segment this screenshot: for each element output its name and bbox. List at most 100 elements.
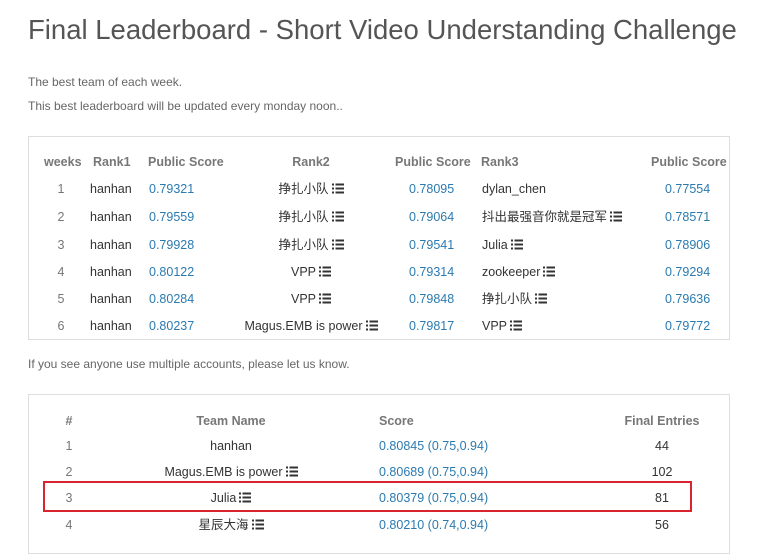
rank1-score[interactable]: 0.79928 — [149, 237, 194, 253]
rank2-team[interactable]: VPP — [241, 291, 381, 307]
rank2-team-text[interactable]: Magus.EMB is power — [244, 319, 362, 333]
rank2-score[interactable]: 0.79314 — [409, 264, 454, 280]
rank3-score[interactable]: 0.77554 — [665, 181, 710, 197]
rank3-team[interactable]: 挣扎小队 — [482, 291, 548, 307]
rank3-team[interactable]: VPP — [482, 318, 523, 334]
list-icon[interactable] — [319, 266, 331, 277]
col-header-weeks: weeks — [44, 155, 82, 169]
final-rank-text: 2 — [65, 465, 73, 479]
rank1-score-text[interactable]: 0.80284 — [149, 292, 194, 306]
rank3-team[interactable]: 抖出最强音你就是冠军 — [482, 209, 623, 225]
col-header-score: Score — [379, 414, 414, 428]
rank1-team-text: hanhan — [90, 238, 132, 252]
list-icon[interactable] — [365, 320, 378, 331]
rank1-score-text[interactable]: 0.80122 — [149, 265, 194, 279]
rank3-team[interactable]: zookeeper — [482, 264, 556, 280]
rank1-score[interactable]: 0.79321 — [149, 181, 194, 197]
rank3-team-text[interactable]: 挣扎小队 — [482, 292, 532, 306]
list-icon[interactable] — [331, 183, 344, 194]
rank2-team[interactable]: 挣扎小队 — [241, 181, 381, 197]
final-team-name[interactable]: hanhan — [121, 438, 341, 454]
rank2-team[interactable]: VPP — [241, 264, 381, 280]
rank2-score[interactable]: 0.79848 — [409, 291, 454, 307]
list-icon[interactable] — [285, 466, 298, 477]
rank3-score[interactable]: 0.79294 — [665, 264, 710, 280]
rank3-score[interactable]: 0.79636 — [665, 291, 710, 307]
col-header-final-entries: Final Entries — [624, 414, 700, 428]
list-icon[interactable] — [543, 266, 556, 277]
final-score-text[interactable]: 0.80210 (0.74,0.94) — [379, 518, 488, 532]
rank2-team-text[interactable]: 挣扎小队 — [278, 210, 328, 224]
rank2-score-text[interactable]: 0.79817 — [409, 319, 454, 333]
rank3-score-text[interactable]: 0.78571 — [665, 210, 710, 224]
rank3-team-text[interactable]: zookeeper — [482, 265, 540, 279]
rank1-team-text: hanhan — [90, 210, 132, 224]
rank3-score[interactable]: 0.78571 — [665, 209, 710, 225]
rank2-score[interactable]: 0.79064 — [409, 209, 454, 225]
rank3-team-text[interactable]: VPP — [482, 319, 507, 333]
final-rank: 4 — [49, 517, 89, 533]
list-icon[interactable] — [510, 320, 523, 331]
rank2-score-text[interactable]: 0.78095 — [409, 182, 454, 196]
final-team-name[interactable]: Magus.EMB is power — [121, 464, 341, 480]
rank2-team-text[interactable]: VPP — [291, 292, 316, 306]
rank1-score-text[interactable]: 0.79559 — [149, 210, 194, 224]
rank1-score[interactable]: 0.80284 — [149, 291, 194, 307]
list-icon[interactable] — [510, 239, 523, 250]
rank3-score-text[interactable]: 0.77554 — [665, 182, 710, 196]
highlight-box — [43, 481, 692, 512]
list-icon[interactable] — [331, 239, 344, 250]
list-icon[interactable] — [319, 293, 331, 304]
final-score-text[interactable]: 0.80689 (0.75,0.94) — [379, 465, 488, 479]
rank3-score-text[interactable]: 0.79772 — [665, 319, 710, 333]
rank3-score[interactable]: 0.78906 — [665, 237, 710, 253]
rank2-score-text[interactable]: 0.79541 — [409, 238, 454, 252]
rank1-score[interactable]: 0.80122 — [149, 264, 194, 280]
rank3-team[interactable]: dylan_chen — [482, 181, 546, 197]
rank2-score[interactable]: 0.79817 — [409, 318, 454, 334]
rank1-team-text: hanhan — [90, 292, 132, 306]
list-icon[interactable] — [610, 211, 623, 222]
list-icon[interactable] — [535, 293, 548, 304]
rank2-score[interactable]: 0.79541 — [409, 237, 454, 253]
rank2-team-text[interactable]: 挣扎小队 — [278, 182, 328, 196]
week-number: 4 — [44, 264, 78, 280]
final-score-text[interactable]: 0.80845 (0.75,0.94) — [379, 439, 488, 453]
rank1-score-text[interactable]: 0.79321 — [149, 182, 194, 196]
rank3-score-text[interactable]: 0.79294 — [665, 265, 710, 279]
rank2-team-text[interactable]: 挣扎小队 — [278, 238, 328, 252]
rank2-score-text[interactable]: 0.79064 — [409, 210, 454, 224]
rank3-score-text[interactable]: 0.78906 — [665, 238, 710, 252]
rank2-score[interactable]: 0.78095 — [409, 181, 454, 197]
week-number-text: 1 — [57, 182, 65, 196]
final-score[interactable]: 0.80845 (0.75,0.94) — [379, 438, 488, 454]
rank1-score[interactable]: 0.79559 — [149, 209, 194, 225]
rank2-score-text[interactable]: 0.79314 — [409, 265, 454, 279]
final-rank-text: 1 — [65, 439, 73, 453]
rank3-score[interactable]: 0.79772 — [665, 318, 710, 334]
rank3-team-text[interactable]: Julia — [482, 238, 508, 252]
rank3-team-text[interactable]: 抖出最强音你就是冠军 — [482, 210, 607, 224]
rank3-score-text[interactable]: 0.79636 — [665, 292, 710, 306]
rank2-team[interactable]: 挣扎小队 — [241, 237, 381, 253]
col-header-rank1: Rank1 — [93, 155, 131, 169]
final-team-name-text[interactable]: Magus.EMB is power — [164, 465, 282, 479]
rank1-score[interactable]: 0.80237 — [149, 318, 194, 334]
col-header-score1: Public Score — [148, 155, 224, 169]
list-icon[interactable] — [251, 519, 264, 530]
final-score[interactable]: 0.80210 (0.74,0.94) — [379, 517, 488, 533]
rank2-team[interactable]: Magus.EMB is power — [241, 318, 381, 334]
list-icon[interactable] — [331, 211, 344, 222]
rank3-team[interactable]: Julia — [482, 237, 523, 253]
final-team-name-text[interactable]: 星辰大海 — [198, 518, 248, 532]
final-rank-text: 4 — [65, 518, 73, 532]
rank3-team-text[interactable]: dylan_chen — [482, 182, 546, 196]
final-score[interactable]: 0.80689 (0.75,0.94) — [379, 464, 488, 480]
final-team-name[interactable]: 星辰大海 — [121, 517, 341, 533]
rank2-team-text[interactable]: VPP — [291, 265, 316, 279]
rank2-team[interactable]: 挣扎小队 — [241, 209, 381, 225]
rank1-score-text[interactable]: 0.80237 — [149, 319, 194, 333]
final-team-name-text[interactable]: hanhan — [210, 439, 252, 453]
rank1-score-text[interactable]: 0.79928 — [149, 238, 194, 252]
rank2-score-text[interactable]: 0.79848 — [409, 292, 454, 306]
